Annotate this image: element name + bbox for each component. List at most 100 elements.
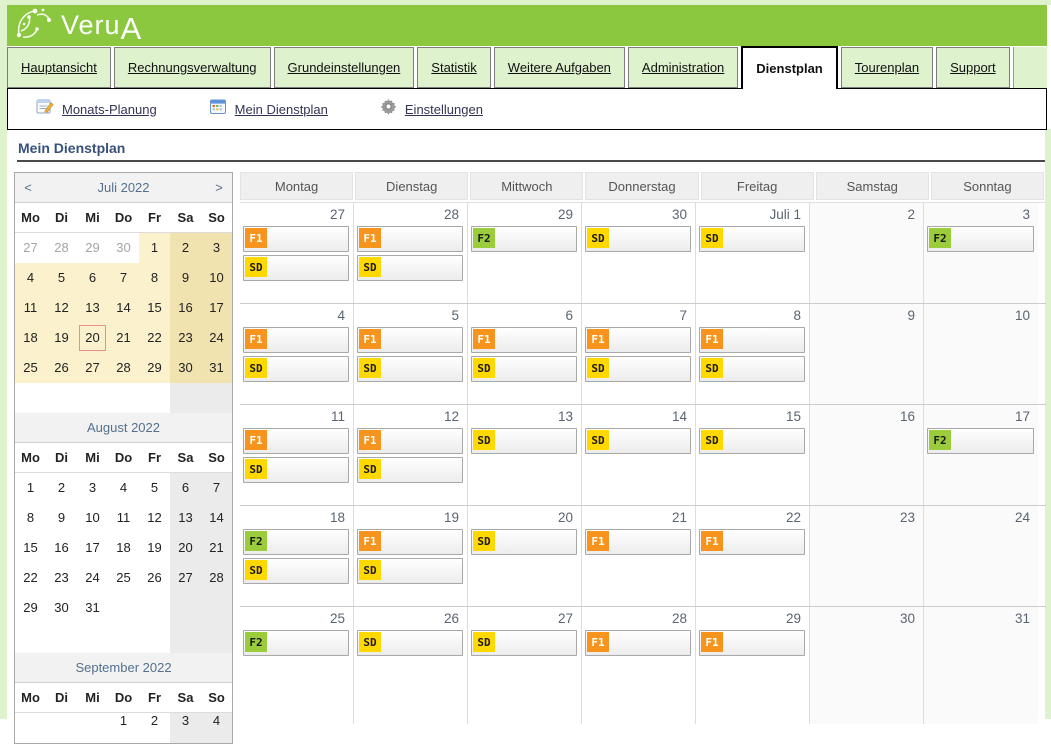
shift-entry-f2[interactable]: F2	[927, 428, 1034, 454]
day-cell[interactable]: 29F2	[468, 203, 582, 303]
day-cell[interactable]: 10	[924, 304, 1038, 404]
day-cell[interactable]: 27SD	[468, 607, 582, 724]
mini-day-cell[interactable]: 1	[139, 233, 170, 263]
mini-day-cell[interactable]: 16	[46, 533, 77, 563]
day-cell[interactable]: 14SD	[582, 405, 696, 505]
shift-entry-f1[interactable]: F1	[585, 327, 691, 353]
shift-entry-sd[interactable]: SD	[243, 255, 349, 281]
shift-entry-sd[interactable]: SD	[357, 255, 463, 281]
mini-day-cell[interactable]: 31	[77, 593, 108, 623]
mini-day-cell[interactable]: 13	[77, 293, 108, 323]
mini-day-cell[interactable]: 29	[139, 353, 170, 383]
mini-day-cell[interactable]: 28	[108, 353, 139, 383]
shift-entry-sd[interactable]: SD	[699, 428, 805, 454]
tab-administration[interactable]: Administration	[628, 47, 738, 88]
day-cell[interactable]: 2	[810, 203, 924, 303]
day-cell[interactable]: 20SD	[468, 506, 582, 606]
mini-day-cell[interactable]: 1	[108, 713, 139, 743]
day-cell[interactable]: 30SD	[582, 203, 696, 303]
mini-day-cell[interactable]: 12	[46, 293, 77, 323]
day-cell[interactable]: 5F1SD	[354, 304, 468, 404]
day-cell[interactable]: 18F2SD	[240, 506, 354, 606]
shift-entry-f1[interactable]: F1	[243, 226, 349, 252]
shift-entry-sd[interactable]: SD	[471, 630, 577, 656]
mini-day-cell[interactable]: 10	[201, 263, 232, 293]
mini-day-cell[interactable]: 27	[77, 353, 108, 383]
submenu-item-monats-planung[interactable]: Monats-Planung	[36, 98, 157, 120]
shift-entry-sd[interactable]: SD	[585, 226, 691, 252]
mini-day-cell[interactable]: 24	[201, 323, 232, 353]
mini-day-cell[interactable]: 20	[77, 323, 108, 353]
day-cell[interactable]: 4F1SD	[240, 304, 354, 404]
mini-day-cell[interactable]: 21	[108, 323, 139, 353]
shift-entry-f2[interactable]: F2	[243, 529, 349, 555]
tab-statistik[interactable]: Statistik	[417, 47, 491, 88]
mini-day-cell[interactable]: 12	[139, 503, 170, 533]
mini-day-cell[interactable]: 15	[15, 533, 46, 563]
mini-day-cell[interactable]: 30	[108, 233, 139, 263]
mini-day-cell[interactable]: 23	[170, 323, 201, 353]
mini-day-cell[interactable]: 30	[170, 353, 201, 383]
day-cell[interactable]: 16	[810, 405, 924, 505]
shift-entry-sd[interactable]: SD	[243, 356, 349, 382]
mini-day-cell[interactable]: 14	[108, 293, 139, 323]
tab-tourenplan[interactable]: Tourenplan	[841, 47, 933, 88]
day-cell[interactable]: 17F2	[924, 405, 1038, 505]
tab-support[interactable]: Support	[936, 47, 1010, 88]
mini-day-cell[interactable]: 18	[108, 533, 139, 563]
mini-day-cell[interactable]: 27	[15, 233, 46, 263]
shift-entry-f1[interactable]: F1	[243, 428, 349, 454]
shift-entry-sd[interactable]: SD	[471, 356, 577, 382]
submenu-item-einstellungen[interactable]: Einstellungen	[380, 98, 483, 120]
shift-entry-f1[interactable]: F1	[699, 630, 805, 656]
day-cell[interactable]: 31	[924, 607, 1038, 724]
shift-entry-f2[interactable]: F2	[243, 630, 349, 656]
mini-day-cell[interactable]: 17	[77, 533, 108, 563]
shift-entry-sd[interactable]: SD	[357, 558, 463, 584]
mini-day-cell[interactable]: 4	[15, 263, 46, 293]
mini-day-cell[interactable]: 1	[15, 473, 46, 503]
day-cell[interactable]: 9	[810, 304, 924, 404]
shift-entry-sd[interactable]: SD	[699, 226, 805, 252]
mini-day-cell[interactable]: 22	[139, 323, 170, 353]
shift-entry-f1[interactable]: F1	[357, 529, 463, 555]
mini-day-cell[interactable]: 30	[46, 593, 77, 623]
shift-entry-f1[interactable]: F1	[585, 630, 691, 656]
day-cell[interactable]: 8F1SD	[696, 304, 810, 404]
mini-day-cell[interactable]: 20	[170, 533, 201, 563]
mini-day-cell[interactable]: 10	[77, 503, 108, 533]
mini-day-cell[interactable]: 4	[108, 473, 139, 503]
next-month-arrow[interactable]: >	[206, 180, 232, 195]
mini-day-cell[interactable]: 11	[108, 503, 139, 533]
day-cell[interactable]: 29F1	[696, 607, 810, 724]
shift-entry-sd[interactable]: SD	[699, 356, 805, 382]
mini-day-cell[interactable]: 14	[201, 503, 232, 533]
day-cell[interactable]: 28F1	[582, 607, 696, 724]
mini-day-cell[interactable]: 15	[139, 293, 170, 323]
day-cell[interactable]: 15SD	[696, 405, 810, 505]
mini-day-cell[interactable]: 18	[15, 323, 46, 353]
day-cell[interactable]: 30	[810, 607, 924, 724]
shift-entry-sd[interactable]: SD	[471, 428, 577, 454]
day-cell[interactable]: Juli 1SD	[696, 203, 810, 303]
shift-entry-f1[interactable]: F1	[357, 327, 463, 353]
mini-day-cell[interactable]: 28	[201, 563, 232, 593]
mini-day-cell[interactable]: 2	[46, 473, 77, 503]
shift-entry-f1[interactable]: F1	[357, 428, 463, 454]
mini-day-cell[interactable]: 2	[139, 713, 170, 743]
shift-entry-f1[interactable]: F1	[699, 529, 805, 555]
day-cell[interactable]: 3F2	[924, 203, 1038, 303]
mini-day-cell[interactable]: 6	[170, 473, 201, 503]
mini-day-cell[interactable]: 19	[139, 533, 170, 563]
shift-entry-sd[interactable]: SD	[585, 428, 691, 454]
shift-entry-f1[interactable]: F1	[699, 327, 805, 353]
shift-entry-f2[interactable]: F2	[927, 226, 1034, 252]
mini-day-cell[interactable]: 13	[170, 503, 201, 533]
mini-day-cell[interactable]: 3	[170, 713, 201, 743]
shift-entry-f1[interactable]: F1	[357, 226, 463, 252]
shift-entry-sd[interactable]: SD	[585, 356, 691, 382]
mini-day-cell[interactable]: 3	[201, 233, 232, 263]
mini-day-cell[interactable]: 9	[46, 503, 77, 533]
mini-day-cell[interactable]: 7	[201, 473, 232, 503]
mini-day-cell[interactable]: 31	[201, 353, 232, 383]
